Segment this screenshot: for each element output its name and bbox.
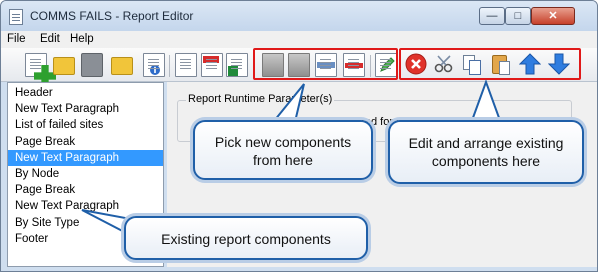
window-title: COMMS FAILS - Report Editor <box>30 9 194 23</box>
page-icon[interactable] <box>175 53 197 77</box>
title-bar[interactable]: COMMS FAILS - Report Editor — □ ✕ <box>1 1 597 31</box>
open-folder-icon[interactable] <box>53 57 75 75</box>
save-disk-icon[interactable] <box>81 53 103 77</box>
edit-components-callout: Edit and arrange existing components her… <box>388 120 584 184</box>
menu-file[interactable]: File <box>7 33 26 45</box>
component-list-item[interactable]: Page Break <box>8 182 163 198</box>
maximize-button[interactable]: □ <box>505 7 531 25</box>
menu-help[interactable]: Help <box>70 33 94 45</box>
toolbar-separator <box>169 55 170 77</box>
new-document-icon[interactable] <box>25 53 56 87</box>
menu-bar: File Edit Help <box>1 31 597 48</box>
excel-export-icon[interactable] <box>226 53 248 77</box>
info-document-icon[interactable] <box>143 53 165 77</box>
component-list-item[interactable]: Page Break <box>8 134 163 150</box>
edit-callout-line2: components here <box>431 153 541 169</box>
edit-tools-highlight <box>399 48 581 80</box>
component-list-item[interactable]: List of failed sites <box>8 117 163 133</box>
pick-components-callout: Pick new components from here <box>193 120 373 180</box>
component-list-item[interactable]: By Node <box>8 166 163 182</box>
minimize-button[interactable]: — <box>479 7 505 25</box>
existing-components-callout: Existing report components <box>124 216 368 260</box>
close-button[interactable]: ✕ <box>531 7 575 25</box>
pick-callout-line1: Pick new components <box>214 134 352 150</box>
menu-edit[interactable]: Edit <box>40 33 60 45</box>
pick-callout-line2: from here <box>253 152 313 168</box>
existing-callout-text: Existing report components <box>161 231 331 247</box>
component-list-item[interactable]: Header <box>8 85 163 101</box>
folder-icon[interactable] <box>111 57 133 75</box>
component-list-item[interactable]: New Text Paragraph <box>8 149 163 166</box>
component-list-item[interactable]: New Text Paragraph <box>8 101 163 117</box>
document-icon <box>9 9 23 25</box>
edit-callout-line1: Edit and arrange existing <box>408 135 564 151</box>
pdf-export-icon[interactable] <box>201 53 223 77</box>
components-highlight <box>253 48 398 80</box>
